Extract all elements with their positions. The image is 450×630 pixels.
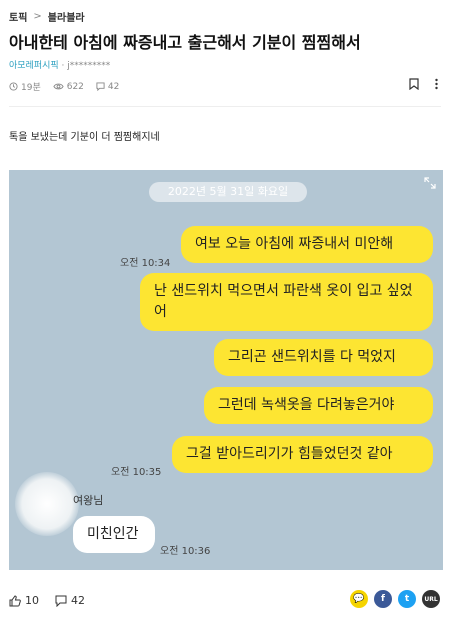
comment-icon [96, 82, 105, 91]
breadcrumb-topic[interactable]: 토픽 [9, 9, 27, 24]
clock-icon [9, 82, 18, 91]
url-share-button[interactable]: URL [422, 590, 440, 608]
more-icon[interactable] [435, 78, 438, 90]
sent-message: 난 샌드위치 먹으면서 파란색 옷이 입고 싶었어 [140, 273, 433, 331]
comment-icon [55, 595, 67, 607]
breadcrumb-board[interactable]: 블라블라 [48, 9, 85, 24]
breadcrumb-separator: > [33, 11, 42, 22]
share-buttons: 💬 f t URL [350, 590, 440, 608]
twitter-share-button[interactable]: t [398, 590, 416, 608]
eye-icon [53, 83, 64, 90]
breadcrumb: 토픽 > 블라블라 [9, 9, 85, 24]
chat-screenshot: 2022년 5월 31일 화요일 여보 오늘 아침에 짜증내서 미안해 오전 1… [9, 170, 443, 570]
post-title: 아내한테 아침에 짜증내고 출근해서 기분이 찜찜해서 [9, 33, 361, 52]
post-comments-label: 42 [107, 81, 120, 92]
comment-button[interactable]: 42 [55, 594, 85, 607]
sent-message: 그리곤 샌드위치를 다 먹었지 [214, 339, 433, 376]
post-body: 톡을 보냈는데 기분이 더 찜찜해지네 [9, 132, 160, 143]
post-time-label: 19분 [21, 83, 41, 93]
thumbs-up-icon [9, 594, 21, 606]
post-meta: 19분 622 42 [9, 80, 119, 93]
post-views: 622 [53, 82, 84, 92]
comment-count: 42 [71, 594, 85, 607]
author-separator: · [58, 61, 68, 71]
sent-message: 여보 오늘 아침에 짜증내서 미안해 [181, 226, 433, 263]
divider [9, 106, 441, 107]
message-time: 오전 10:35 [111, 467, 162, 478]
message-time: 오전 10:36 [160, 546, 211, 557]
post-comments: 42 [96, 82, 119, 92]
post-views-label: 622 [66, 81, 84, 92]
message-time: 오전 10:34 [120, 258, 171, 269]
sent-message: 그런데 녹색옷을 다려놓은거야 [204, 387, 433, 424]
bookmark-icon[interactable] [409, 78, 419, 90]
expand-icon[interactable] [424, 177, 436, 189]
received-message: 미친인간 [73, 516, 155, 553]
like-count: 10 [25, 594, 39, 607]
post-time: 19분 [9, 80, 41, 93]
post-actions [409, 78, 438, 90]
post-footer: 10 42 [9, 594, 85, 607]
avatar [15, 472, 79, 536]
author-company[interactable]: 아모레퍼시픽 [9, 61, 59, 71]
kakao-share-button[interactable]: 💬 [350, 590, 368, 608]
sender-name: 여왕님 [73, 494, 104, 507]
author-nickname: j********* [67, 61, 111, 71]
facebook-share-button[interactable]: f [374, 590, 392, 608]
post-author: 아모레퍼시픽 · j********* [9, 58, 110, 71]
like-button[interactable]: 10 [9, 594, 39, 607]
sent-message: 그걸 받아드리기가 힘들었던것 같아 [172, 436, 433, 473]
chat-date: 2022년 5월 31일 화요일 [149, 182, 307, 202]
